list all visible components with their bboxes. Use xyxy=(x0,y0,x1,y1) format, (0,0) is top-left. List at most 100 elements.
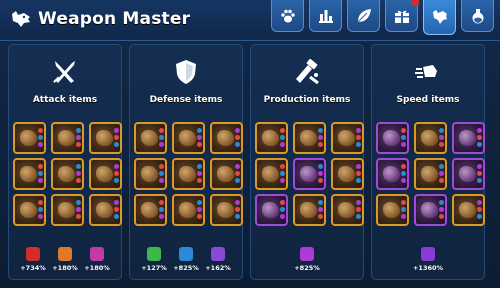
stat-dot xyxy=(76,142,81,147)
equipment-slot[interactable] xyxy=(293,194,326,226)
stat-dot xyxy=(401,171,406,176)
bonus-stat: +180% xyxy=(83,247,111,272)
stat-dot xyxy=(356,200,361,205)
leaf-icon xyxy=(357,8,371,22)
equipment-slot[interactable] xyxy=(51,194,84,226)
stat-dot xyxy=(280,207,285,212)
equipment-slot[interactable] xyxy=(172,194,205,226)
equipment-slot[interactable] xyxy=(51,158,84,190)
equipment-slot[interactable] xyxy=(172,122,205,154)
stat-indicators xyxy=(356,164,361,183)
equipment-slot[interactable] xyxy=(210,158,243,190)
bonus-row-defense: +127% +825% +162% xyxy=(130,247,242,272)
bonus-value: +180% xyxy=(52,264,78,272)
equipment-icon xyxy=(179,130,196,146)
stat-dot xyxy=(76,178,81,183)
stat-dot xyxy=(439,200,444,205)
stat-dot xyxy=(38,135,43,140)
stat-dot xyxy=(38,200,43,205)
equipment-slot[interactable] xyxy=(255,122,288,154)
stat-dot xyxy=(318,214,323,219)
stat-dot xyxy=(114,171,119,176)
equipment-icon xyxy=(383,202,400,218)
equipment-slot[interactable] xyxy=(13,194,46,226)
equipment-slot[interactable] xyxy=(210,194,243,226)
equipment-slot[interactable] xyxy=(51,122,84,154)
equipment-slot[interactable] xyxy=(331,158,364,190)
stat-dot xyxy=(76,200,81,205)
stat-dot xyxy=(197,142,202,147)
stat-dot xyxy=(439,214,444,219)
equipment-slot[interactable] xyxy=(452,122,485,154)
stat-indicators xyxy=(439,164,444,183)
equipment-slot[interactable] xyxy=(255,194,288,226)
tab-stats[interactable] xyxy=(309,0,342,32)
equipment-icon xyxy=(300,130,317,146)
equipment-slot[interactable] xyxy=(13,158,46,190)
production-icon xyxy=(296,58,319,85)
equipment-slot[interactable] xyxy=(134,122,167,154)
equipment-slot[interactable] xyxy=(134,158,167,190)
equipment-slot[interactable] xyxy=(331,194,364,226)
equipment-icon xyxy=(20,130,37,146)
equipment-icon xyxy=(141,166,158,182)
stat-dot xyxy=(280,171,285,176)
equipment-slot[interactable] xyxy=(293,122,326,154)
equipment-slot[interactable] xyxy=(210,122,243,154)
stat-dot xyxy=(318,200,323,205)
stat-indicators xyxy=(439,128,444,147)
equipment-slot[interactable] xyxy=(89,194,122,226)
tab-nature[interactable] xyxy=(347,0,380,32)
equipment-slot[interactable] xyxy=(414,194,447,226)
equipment-slot[interactable] xyxy=(89,122,122,154)
equipment-slot[interactable] xyxy=(13,122,46,154)
wolf-icon xyxy=(432,10,447,24)
stat-dot xyxy=(114,207,119,212)
notification-badge xyxy=(411,0,419,6)
equipment-slot[interactable] xyxy=(376,158,409,190)
equipment-slot[interactable] xyxy=(452,194,485,226)
tab-bar xyxy=(271,0,494,35)
stat-dot xyxy=(280,135,285,140)
equipment-slot[interactable] xyxy=(293,158,326,190)
item-grid-attack xyxy=(13,122,122,226)
stat-dot xyxy=(318,164,323,169)
equipment-icon xyxy=(20,202,37,218)
stat-dot xyxy=(439,171,444,176)
equipment-icon xyxy=(421,166,438,182)
panel-defense: Defense items +127% +825% +162% xyxy=(129,44,243,280)
shield-icon xyxy=(176,60,196,84)
sword-stat-icon xyxy=(26,247,40,261)
tab-pets[interactable] xyxy=(271,0,304,32)
stat-dot xyxy=(197,214,202,219)
bonus-value: +127% xyxy=(141,264,167,272)
tab-rewards[interactable] xyxy=(385,0,419,32)
equipment-slot[interactable] xyxy=(452,158,485,190)
panel-attack: Attack items +734% +180% +180% xyxy=(8,44,122,280)
tab-alchemy[interactable] xyxy=(461,0,494,32)
stat-dot xyxy=(38,128,43,133)
equipment-slot[interactable] xyxy=(376,122,409,154)
bonus-stat: +734% xyxy=(19,247,47,272)
equipment-slot[interactable] xyxy=(414,158,447,190)
stat-indicators xyxy=(235,128,240,147)
equipment-slot[interactable] xyxy=(376,194,409,226)
equipment-slot[interactable] xyxy=(255,158,288,190)
equipment-icon xyxy=(459,130,476,146)
stat-dot xyxy=(318,207,323,212)
equipment-icon xyxy=(58,130,75,146)
magic-stat-icon xyxy=(90,247,104,261)
stat-dot xyxy=(38,214,43,219)
equipment-slot[interactable] xyxy=(172,158,205,190)
equipment-icon xyxy=(338,166,355,182)
tab-weapon-master[interactable] xyxy=(423,0,456,35)
equipment-slot[interactable] xyxy=(134,194,167,226)
bonus-value: +180% xyxy=(84,264,110,272)
equipment-slot[interactable] xyxy=(414,122,447,154)
equipment-slot[interactable] xyxy=(89,158,122,190)
stat-dot xyxy=(356,135,361,140)
bonus-stat: +180% xyxy=(51,247,79,272)
equipment-slot[interactable] xyxy=(331,122,364,154)
crossed-swords-icon xyxy=(53,61,75,83)
bar-chart-icon xyxy=(318,9,333,23)
